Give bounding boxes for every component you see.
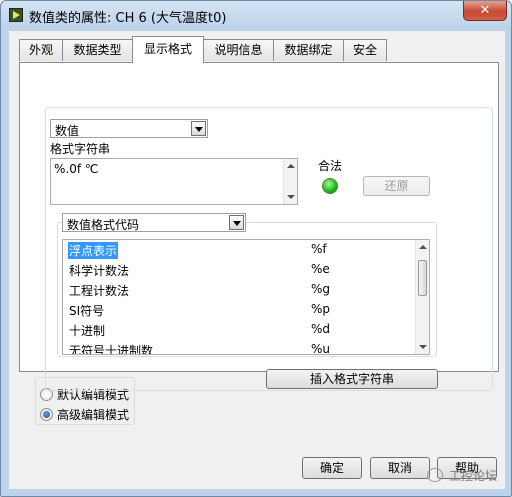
chevron-down-icon[interactable] [191, 121, 206, 136]
code-name: SI符号 [69, 304, 105, 318]
code-value: %f [311, 242, 327, 256]
format-string-field[interactable]: %.0f ℃ [50, 158, 298, 205]
labview-app-icon [9, 8, 23, 22]
chevron-down-icon[interactable] [229, 215, 244, 230]
scroll-thumb[interactable] [418, 260, 427, 296]
type-select-value: 数值 [55, 124, 80, 138]
revert-button-label: 还原 [384, 179, 409, 193]
dialog-body: 外观 数据类型 显示格式 说明信息 数据绑定 安全 数值 格式字符串 %.0f … [9, 31, 505, 489]
code-value: %p [311, 302, 331, 316]
wechat-watermark-icon [427, 468, 443, 482]
list-item[interactable]: 科学计数法 %e [63, 260, 417, 280]
type-select[interactable]: 数值 [50, 119, 208, 138]
code-value: %d [311, 322, 331, 336]
list-item[interactable]: 工程计数法 %g [63, 280, 417, 300]
display-format-panel: 数值 格式字符串 %.0f ℃ 合法 还原 数值格式代码 浮点表示 %f 科学计… [19, 62, 499, 391]
scroll-up-icon[interactable] [287, 164, 295, 168]
format-codes-list[interactable]: 浮点表示 %f 科学计数法 %e 工程计数法 %g SI符号 %p 十进制 %d… [62, 239, 430, 355]
code-value: %e [311, 262, 330, 276]
list-item[interactable]: 十进制 %d [63, 320, 417, 340]
tab-display-format[interactable]: 显示格式 [132, 36, 204, 63]
tab-appearance[interactable]: 外观 [19, 39, 63, 61]
code-name: 无符号十进制数 [69, 344, 154, 355]
close-icon: ✕ [479, 3, 491, 18]
scroll-down-icon[interactable] [287, 195, 295, 199]
code-name: 十进制 [69, 324, 106, 338]
list-item[interactable]: 浮点表示 %f [63, 240, 417, 260]
title-bar[interactable]: 数值类的属性: CH 6 (大气温度t0) ✕ [1, 1, 511, 29]
tab-documentation[interactable]: 说明信息 [203, 39, 274, 61]
code-category-select[interactable]: 数值格式代码 [62, 213, 246, 232]
tab-data-binding[interactable]: 数据绑定 [273, 39, 344, 61]
format-string-scrollbar[interactable] [283, 159, 297, 204]
list-item[interactable]: SI符号 %p [63, 300, 417, 320]
list-item[interactable]: 无符号十进制数 %u [63, 340, 417, 355]
tab-label: 外观 [28, 43, 53, 57]
properties-dialog: 数值类的属性: CH 6 (大气温度t0) ✕ 外观 数据类型 显示格式 说明信… [0, 0, 512, 497]
tab-label: 显示格式 [143, 42, 192, 56]
tab-data-type[interactable]: 数据类型 [62, 39, 133, 61]
close-button[interactable]: ✕ [463, 1, 507, 21]
format-string-value: %.0f ℃ [54, 162, 99, 176]
cancel-button[interactable]: 取消 [370, 457, 430, 479]
format-string-label: 格式字符串 [50, 142, 111, 156]
code-name: 工程计数法 [69, 284, 130, 298]
valid-led-indicator [322, 178, 338, 194]
scroll-down-icon[interactable] [419, 345, 427, 349]
code-value: %g [311, 282, 331, 296]
code-value: %u [311, 342, 331, 355]
codes-list-scrollbar[interactable] [415, 240, 429, 354]
tab-label: 安全 [352, 43, 377, 57]
valid-label: 合法 [318, 159, 343, 173]
watermark-text: 工控论坛 [449, 469, 498, 483]
code-name: 浮点表示 [68, 242, 119, 259]
tab-label: 数据类型 [73, 43, 122, 57]
tab-label: 说明信息 [214, 43, 263, 57]
code-category-value: 数值格式代码 [67, 218, 140, 232]
ok-button-label: 确定 [319, 461, 344, 475]
ok-button[interactable]: 确定 [302, 457, 362, 479]
code-name: 科学计数法 [69, 264, 130, 278]
revert-button[interactable]: 还原 [363, 176, 430, 196]
advanced-edit-mode-label: 高级编辑模式 [57, 408, 130, 422]
insert-format-string-button[interactable]: 插入格式字符串 [266, 369, 438, 389]
scroll-up-icon[interactable] [419, 245, 427, 249]
advanced-edit-mode-radio[interactable] [40, 408, 53, 421]
tab-label: 数据绑定 [284, 43, 333, 57]
tab-security[interactable]: 安全 [343, 39, 387, 61]
insert-button-label: 插入格式字符串 [309, 372, 394, 386]
cancel-button-label: 取消 [387, 461, 412, 475]
window-title: 数值类的属性: CH 6 (大气温度t0) [29, 11, 227, 26]
